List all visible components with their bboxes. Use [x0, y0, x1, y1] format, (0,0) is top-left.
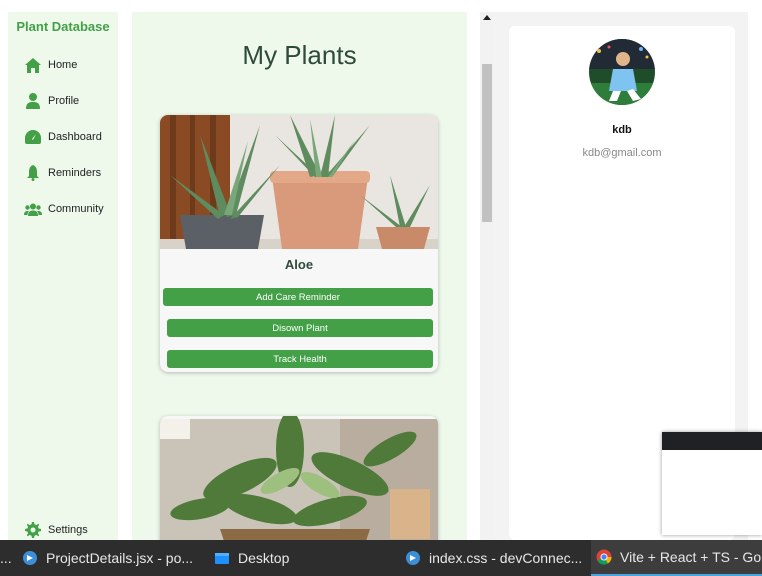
chrome-icon	[596, 549, 612, 565]
sidebar-item-label: Reminders	[48, 167, 102, 179]
plant-name: Aloe	[284, 257, 314, 272]
add-care-reminder-button[interactable]: Add Care Reminder	[163, 288, 433, 306]
sidebar-item-dashboard[interactable]: Dashboard	[24, 127, 102, 147]
sidebar-item-profile[interactable]: Profile	[24, 91, 79, 111]
profile-name: kdb	[612, 124, 632, 136]
plant-card	[160, 416, 438, 540]
users-icon	[24, 200, 42, 218]
sidebar-item-label: Settings	[48, 524, 88, 536]
brand-title: Plant Database	[16, 19, 110, 34]
profile-email: kdb@gmail.com	[582, 147, 662, 159]
track-health-button[interactable]: Track Health	[167, 350, 433, 368]
vscode-icon	[22, 550, 38, 566]
sidebar-item-community[interactable]: Community	[24, 199, 104, 219]
disown-plant-button[interactable]: Disown Plant	[167, 319, 433, 337]
gear-icon	[24, 521, 42, 539]
scrollbar-thumb[interactable]	[482, 64, 492, 222]
sidebar-item-label: Profile	[48, 95, 80, 107]
plant-card: Aloe Add Care Reminder Disown Plant Trac…	[160, 115, 438, 372]
taskbar-item-label: Vite + React + TS - Go...	[620, 549, 762, 565]
taskbar-item-label: Desktop	[238, 550, 290, 566]
taskbar-item-chrome[interactable]: Vite + React + TS - Go...	[591, 540, 762, 576]
window-preview-titlebar	[662, 432, 762, 450]
sidebar-item-label: Community	[48, 203, 104, 215]
taskbar-item-label: ...	[0, 550, 12, 566]
taskbar-item-desktop[interactable]: Desktop	[214, 540, 304, 576]
user-icon	[24, 92, 42, 110]
dashboard-icon	[24, 128, 42, 146]
sidebar-item-label: Home	[48, 59, 78, 71]
sidebar-item-label: Dashboard	[48, 131, 102, 143]
taskbar-item-indexcss[interactable]: index.css - devConnec...	[405, 540, 590, 576]
vscode-icon	[405, 550, 421, 566]
sidebar-item-home[interactable]: Home	[24, 55, 77, 75]
window-preview-thumbnail[interactable]	[662, 432, 762, 535]
plant-photo	[160, 416, 438, 540]
plant-photo	[160, 115, 438, 249]
taskbar-item-label: ProjectDetails.jsx - po...	[46, 550, 194, 566]
bell-icon	[24, 164, 42, 182]
scroll-up-arrow-icon[interactable]	[483, 15, 491, 20]
sidebar-item-reminders[interactable]: Reminders	[24, 163, 101, 183]
taskbar-item-overflow[interactable]: ...	[0, 540, 16, 576]
taskbar-item-projectdetails[interactable]: ProjectDetails.jsx - po...	[22, 540, 206, 576]
taskbar: ... ProjectDetails.jsx - po... Desktop i…	[0, 540, 762, 576]
home-icon	[24, 56, 42, 74]
page-title: My Plants	[242, 40, 357, 70]
sidebar: Plant Database Home Profile Dashboard Re…	[8, 12, 118, 540]
scrollbar[interactable]	[480, 12, 494, 540]
sidebar-item-settings[interactable]: Settings	[24, 520, 88, 540]
plants-panel: My Plants Aloe Add Care Reminder Disown …	[132, 12, 467, 540]
avatar	[589, 39, 655, 105]
taskbar-item-label: index.css - devConnec...	[429, 550, 583, 566]
folder-icon	[214, 550, 230, 566]
